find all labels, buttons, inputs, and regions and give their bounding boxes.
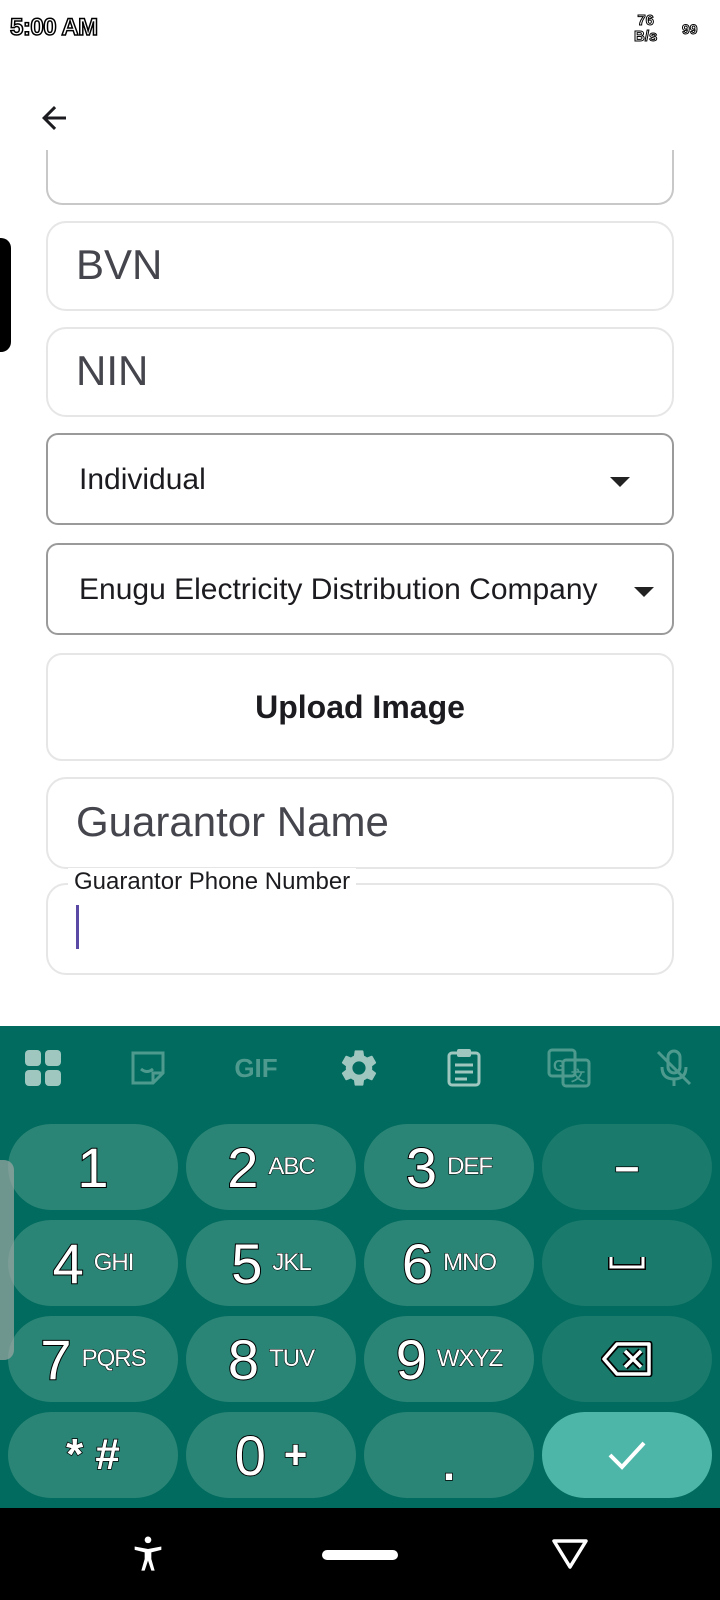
mic-off-icon[interactable] xyxy=(650,1044,698,1092)
keyboard-side-handle[interactable] xyxy=(0,1160,14,1360)
clipboard-icon[interactable] xyxy=(440,1044,488,1092)
key-minus-label: – xyxy=(614,1141,640,1192)
key-8-label: 8 xyxy=(227,1327,260,1392)
network-speed-unit: B/s xyxy=(633,28,658,45)
key-3-label: 3 xyxy=(405,1135,438,1200)
key-2-letters: ABC xyxy=(268,1153,316,1181)
apps-icon[interactable] xyxy=(19,1044,67,1092)
key-9-label: 9 xyxy=(395,1327,428,1392)
disco-value: Enugu Electricity Distribution Company xyxy=(79,573,598,606)
key-6-label: 6 xyxy=(401,1231,434,1296)
key-9[interactable]: 9 WXYZ xyxy=(364,1316,534,1402)
status-bar: 5:00 AM 76 B/s 99 xyxy=(0,0,720,64)
key-0[interactable]: 0 + xyxy=(186,1412,356,1498)
keyboard-toolbar: GIF G文 xyxy=(0,1026,720,1108)
key-period[interactable]: . xyxy=(364,1412,534,1498)
space-bar-icon xyxy=(608,1257,646,1270)
bvn-field[interactable]: BVN xyxy=(46,221,674,311)
key-9-letters: WXYZ xyxy=(436,1345,503,1373)
key-1[interactable]: 1 xyxy=(8,1124,178,1210)
check-icon xyxy=(608,1441,646,1470)
key-done[interactable] xyxy=(542,1412,712,1498)
nin-placeholder: NIN xyxy=(76,347,149,394)
previous-field-partial[interactable] xyxy=(46,150,674,205)
numeric-keyboard: GIF G文 1 2 ABC 3 DEF – 4 GHI 5 JKL 6 MNO 7 PQR… xyxy=(0,1026,720,1508)
settings-icon[interactable] xyxy=(335,1044,383,1092)
key-8-letters: TUV xyxy=(269,1345,316,1373)
key-0-label: 0 xyxy=(234,1423,267,1488)
backspace-icon xyxy=(601,1341,653,1377)
text-cursor xyxy=(76,905,79,949)
key-7-letters: PQRS xyxy=(81,1345,147,1373)
arrow-back-icon xyxy=(42,106,66,130)
svg-text:G: G xyxy=(553,1058,565,1075)
key-space[interactable] xyxy=(542,1220,712,1306)
key-6[interactable]: 6 MNO xyxy=(364,1220,534,1306)
back-nav-button[interactable] xyxy=(542,1528,598,1580)
key-6-letters: MNO xyxy=(443,1249,498,1277)
battery-level: 99 xyxy=(682,21,699,38)
accessibility-button[interactable] xyxy=(120,1528,176,1580)
key-4-letters: GHI xyxy=(93,1249,135,1277)
gif-label: GIF xyxy=(234,1052,278,1083)
key-minus[interactable]: – xyxy=(542,1124,712,1210)
accessibility-icon xyxy=(134,1536,162,1571)
key-5-letters: JKL xyxy=(272,1249,312,1277)
key-5-label: 5 xyxy=(230,1231,263,1296)
svg-text:文: 文 xyxy=(571,1068,586,1084)
customer-type-dropdown[interactable]: Individual xyxy=(46,433,674,525)
guarantor-phone-label: Guarantor Phone Number xyxy=(68,868,357,896)
key-2-label: 2 xyxy=(226,1135,259,1200)
key-3[interactable]: 3 DEF xyxy=(364,1124,534,1210)
key-2[interactable]: 2 ABC xyxy=(186,1124,356,1210)
customer-type-value: Individual xyxy=(79,463,206,496)
key-1-label: 1 xyxy=(76,1135,109,1200)
guarantor-name-field[interactable]: Guarantor Name xyxy=(46,777,674,869)
key-4-label: 4 xyxy=(52,1231,85,1296)
guarantor-name-placeholder: Guarantor Name xyxy=(76,798,389,845)
home-pill[interactable] xyxy=(322,1550,398,1560)
key-8[interactable]: 8 TUV xyxy=(186,1316,356,1402)
edge-panel-handle[interactable] xyxy=(0,238,11,352)
status-time: 5:00 AM xyxy=(9,13,99,42)
back-button[interactable] xyxy=(30,94,78,142)
sticker-icon[interactable] xyxy=(124,1044,172,1092)
upload-image-button[interactable]: Upload Image xyxy=(46,653,674,761)
key-7-label: 7 xyxy=(39,1327,72,1392)
key-backspace[interactable] xyxy=(542,1316,712,1402)
key-5[interactable]: 5 JKL xyxy=(186,1220,356,1306)
key-star-hash-label: * # xyxy=(65,1429,120,1480)
translate-icon[interactable]: G文 xyxy=(545,1044,593,1092)
network-speed: 76 B/s xyxy=(633,12,658,45)
key-star-hash[interactable]: * # xyxy=(8,1412,178,1498)
system-nav-bar xyxy=(0,1508,720,1600)
key-7[interactable]: 7 PQRS xyxy=(8,1316,178,1402)
back-triangle-icon xyxy=(552,1539,588,1569)
upload-image-label: Upload Image xyxy=(255,688,465,725)
key-0-plus: + xyxy=(283,1432,308,1478)
dropdown-arrow-icon xyxy=(610,477,630,487)
bvn-placeholder: BVN xyxy=(76,241,163,288)
gif-icon[interactable]: GIF xyxy=(228,1044,284,1092)
dropdown-arrow-icon xyxy=(634,587,654,597)
disco-dropdown[interactable]: Enugu Electricity Distribution Company xyxy=(46,543,674,635)
key-3-letters: DEF xyxy=(447,1153,494,1181)
network-speed-value: 76 xyxy=(637,12,655,29)
guarantor-phone-field[interactable] xyxy=(46,883,674,975)
key-4[interactable]: 4 GHI xyxy=(8,1220,178,1306)
nin-field[interactable]: NIN xyxy=(46,327,674,417)
key-period-label: . xyxy=(442,1440,456,1491)
